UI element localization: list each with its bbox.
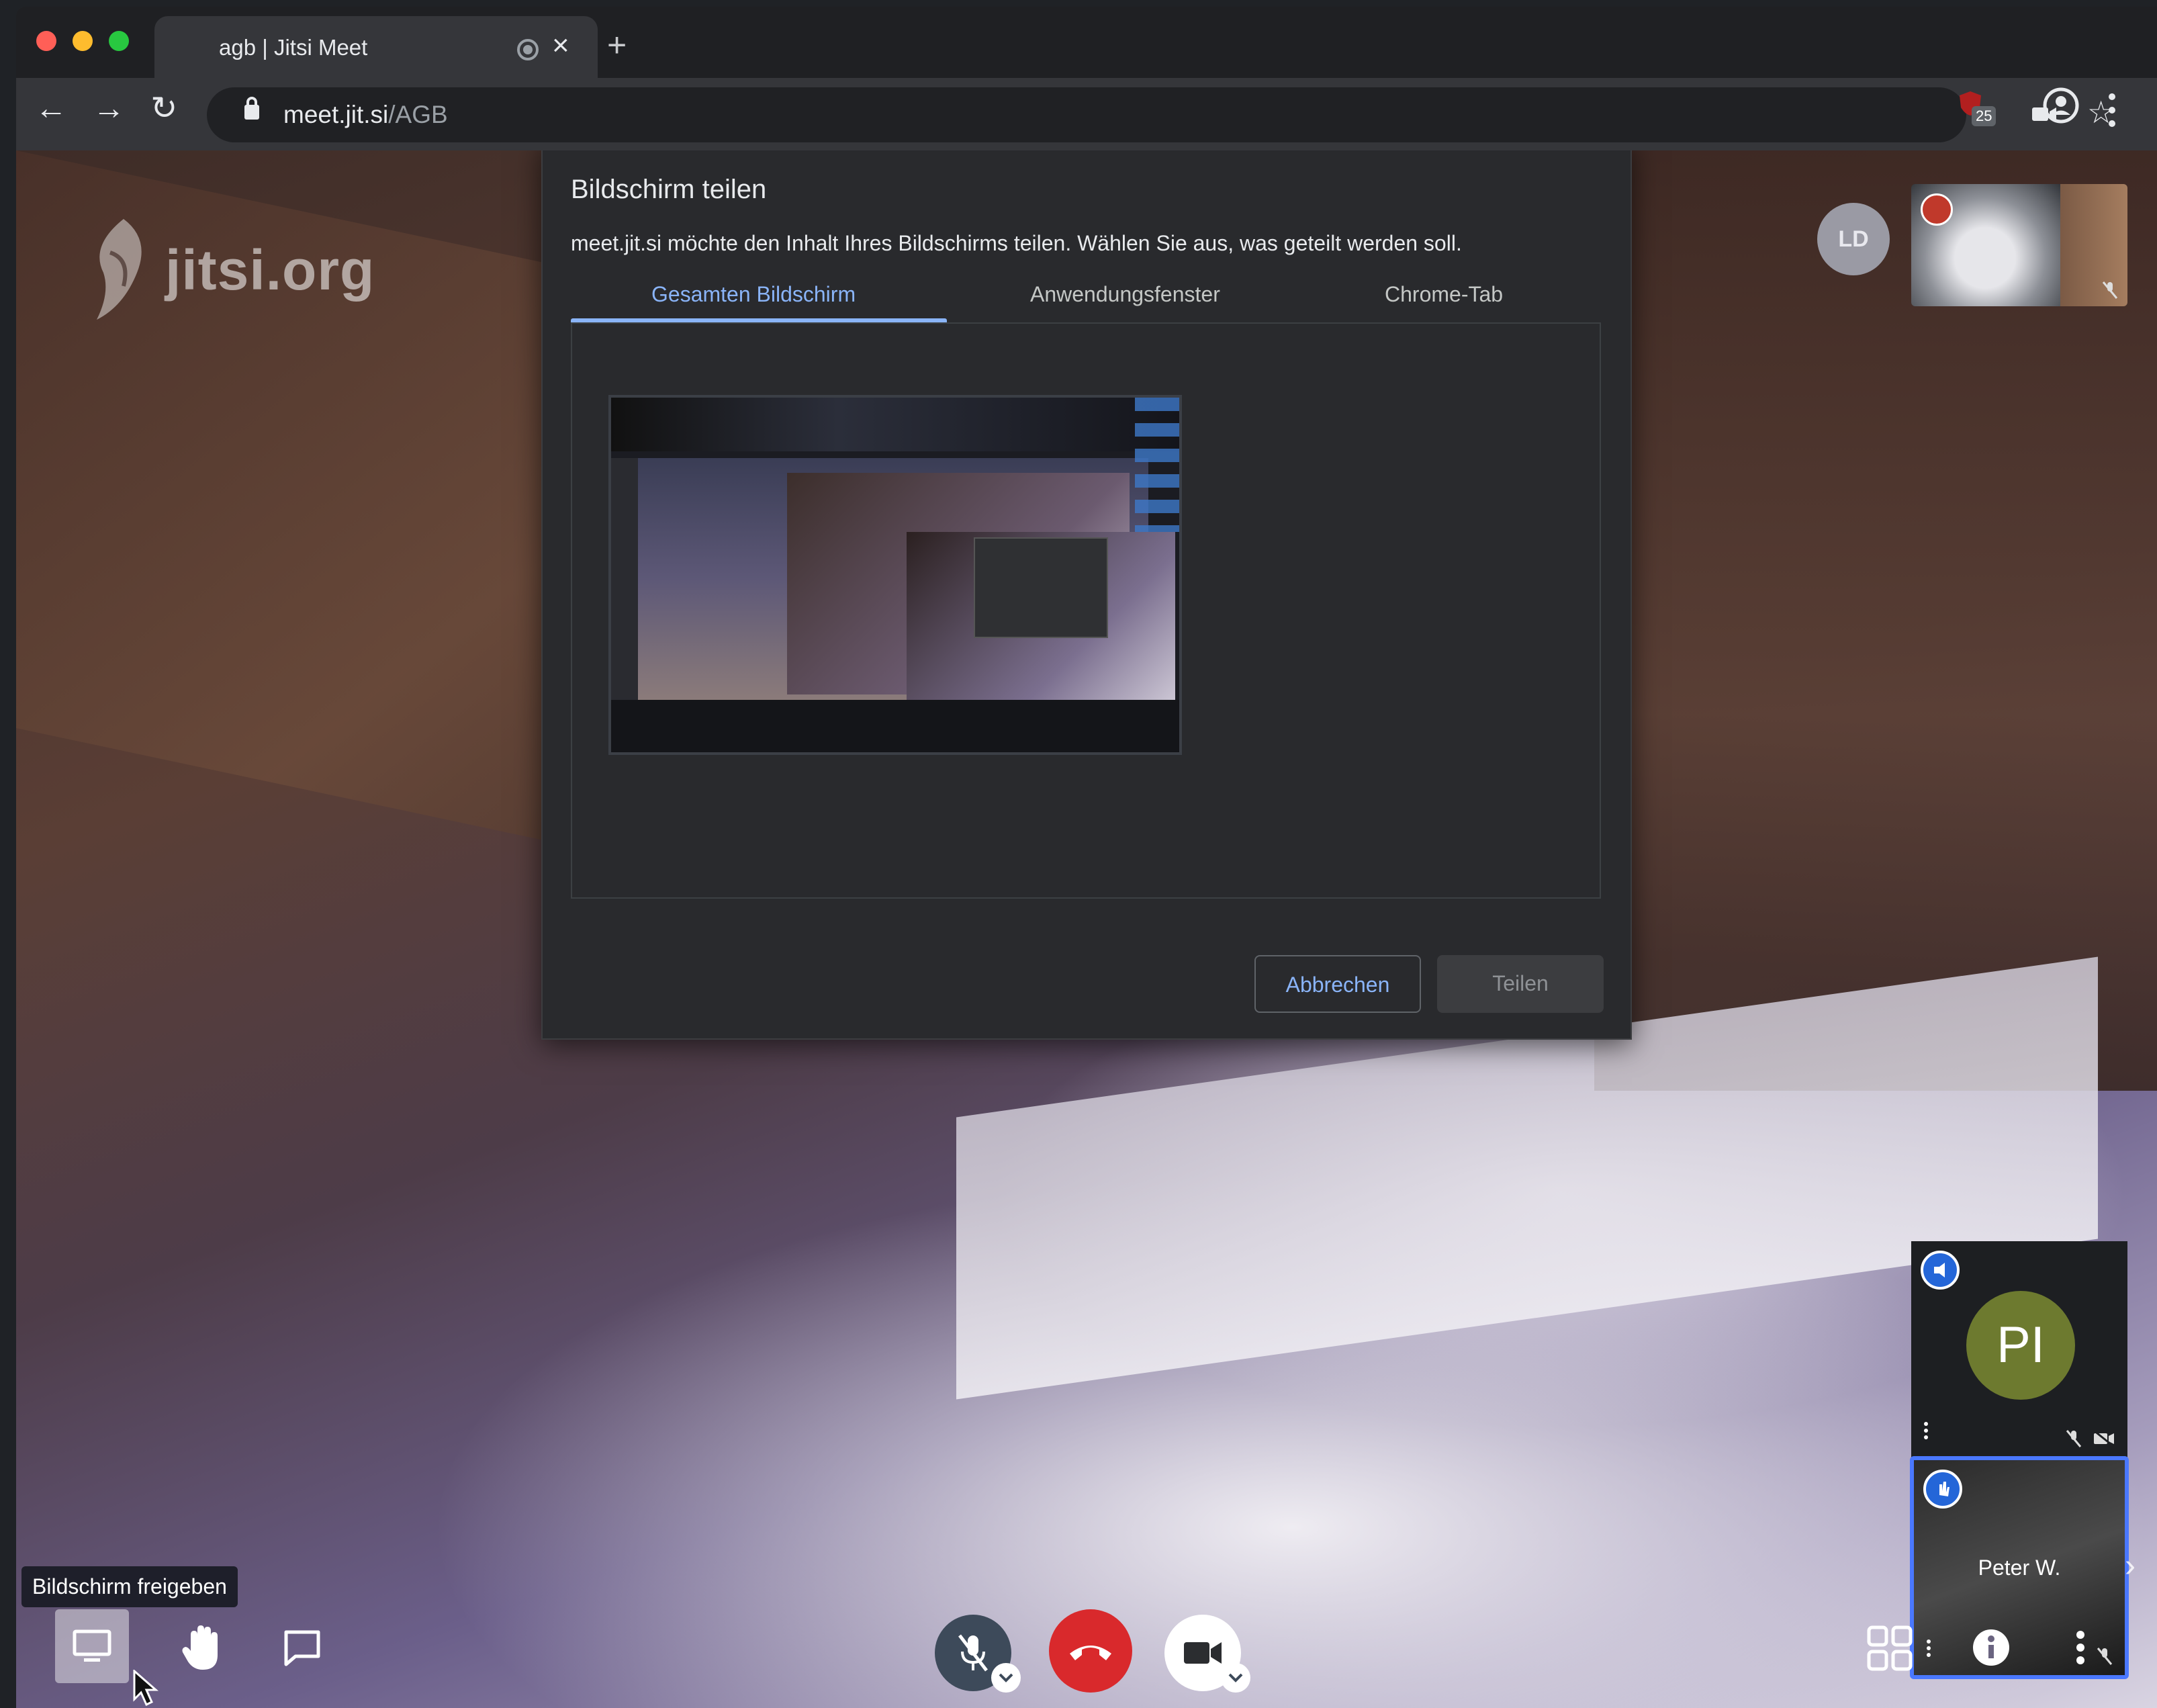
back-button[interactable]: ← xyxy=(35,93,67,125)
tab-application-window[interactable]: Anwendungsfenster xyxy=(1030,282,1220,307)
raise-hand-button[interactable] xyxy=(168,1615,235,1682)
mic-muted-icon xyxy=(958,1634,988,1672)
thumbnail-dialog xyxy=(974,537,1108,638)
screenshare-tooltip: Bildschirm freigeben xyxy=(21,1566,238,1607)
participant-tile-video[interactable] xyxy=(1911,184,2127,306)
url-text[interactable]: meet.jit.si/AGB xyxy=(283,101,448,129)
reload-button[interactable]: ↻ xyxy=(150,93,177,125)
dominant-speaker-icon xyxy=(1921,1251,1960,1290)
jitsi-logo-text: jitsi.org xyxy=(165,238,375,302)
filmstrip-toggle-button[interactable]: › xyxy=(2125,1547,2136,1584)
thumbnail-dock xyxy=(611,700,1179,752)
info-button[interactable] xyxy=(1961,1617,2021,1678)
hangup-icon xyxy=(1070,1646,1111,1660)
dialog-description: meet.jit.si möchte den Inhalt Ihres Bild… xyxy=(571,231,1462,255)
monitor-icon xyxy=(73,1629,111,1662)
connection-indicator-icon[interactable] xyxy=(1921,193,1953,226)
more-options-button[interactable] xyxy=(2060,1617,2101,1678)
source-picker-area xyxy=(571,324,1601,899)
tab-chrome-tab[interactable]: Chrome-Tab xyxy=(1385,282,1503,307)
hand-icon xyxy=(1939,1482,1949,1496)
tab-strip: agb | Jitsi Meet × + xyxy=(16,7,2157,78)
browser-tab[interactable]: agb | Jitsi Meet × xyxy=(154,16,598,78)
chat-button[interactable] xyxy=(269,1615,336,1682)
url-host: meet.jit.si xyxy=(283,101,389,128)
thumbnail-sidebar xyxy=(611,458,638,700)
jitsi-logo-icon xyxy=(97,219,142,320)
share-button[interactable]: Teilen xyxy=(1437,955,1604,1013)
lock-icon[interactable] xyxy=(244,97,259,120)
video-camera-icon xyxy=(1184,1642,1222,1664)
participant-avatar-pi: PI xyxy=(1966,1291,2075,1400)
close-window-button[interactable] xyxy=(36,31,56,51)
url-path: /AGB xyxy=(388,101,448,128)
tile-view-button[interactable] xyxy=(1856,1615,1923,1682)
mouse-cursor-icon xyxy=(133,1670,158,1707)
tile-menu-icon[interactable] xyxy=(1923,1421,1929,1440)
extension-badge: 25 xyxy=(1972,106,1997,126)
chat-icon xyxy=(284,1630,320,1666)
hand-icon xyxy=(182,1625,218,1670)
grid-icon xyxy=(1867,1625,1913,1671)
dialog-title: Bildschirm teilen xyxy=(571,175,767,204)
chevron-down-icon xyxy=(1228,1673,1243,1682)
video-muted-icon xyxy=(2093,1429,2115,1448)
info-icon xyxy=(1973,1629,2009,1666)
jitsi-stage: jitsi.org Bildschirm teilen meet.jit.si … xyxy=(16,150,2157,1708)
browser-toolbar: ← → ↻ meet.jit.si/AGB ☆ 25 xyxy=(16,78,2157,150)
new-tab-button[interactable]: + xyxy=(607,28,627,62)
chevron-down-icon xyxy=(999,1673,1013,1682)
thumbnail-menubar xyxy=(611,398,1179,451)
raised-hand-indicator-icon xyxy=(1923,1470,1962,1509)
tab-close-button[interactable]: × xyxy=(552,31,569,60)
share-screen-dialog: Bildschirm teilen meet.jit.si möchte den… xyxy=(541,150,1632,1040)
extension-icon[interactable]: 25 xyxy=(1957,90,1997,128)
jitsi-watermark[interactable]: jitsi.org xyxy=(83,212,392,333)
mic-muted-icon xyxy=(2066,1430,2082,1447)
participant-avatar-ld[interactable]: LD xyxy=(1817,203,1890,275)
address-bar[interactable]: meet.jit.si/AGB ☆ xyxy=(207,87,2115,142)
minimize-window-button[interactable] xyxy=(73,31,93,51)
video-settings-button[interactable] xyxy=(1221,1663,1250,1693)
participant-tile-pi[interactable]: PI xyxy=(1911,1241,2127,1457)
mic-muted-icon xyxy=(2102,281,2118,299)
cancel-button[interactable]: Abbrechen xyxy=(1254,955,1421,1013)
screenshare-button[interactable] xyxy=(55,1609,129,1683)
zoom-window-button[interactable] xyxy=(109,31,129,51)
tile-menu-icon[interactable] xyxy=(1926,1639,1931,1658)
participant-name: Peter W. xyxy=(1978,1556,2061,1580)
profile-icon[interactable] xyxy=(2043,87,2079,124)
tab-entire-screen[interactable]: Gesamten Bildschirm xyxy=(651,282,856,307)
speaker-icon xyxy=(1934,1263,1945,1277)
more-vertical-icon xyxy=(2076,1631,2084,1664)
forward-button[interactable]: → xyxy=(93,93,125,125)
entire-screen-thumbnail[interactable] xyxy=(608,395,1182,755)
hangup-button[interactable] xyxy=(1049,1609,1132,1693)
recording-indicator-icon xyxy=(517,39,539,60)
thumbnail-desktop-icons xyxy=(1135,398,1179,532)
tab-title: agb | Jitsi Meet xyxy=(219,35,368,60)
browser-menu-icon[interactable] xyxy=(2107,90,2117,130)
browser-window: agb | Jitsi Meet × + ← → ↻ meet.jit.si/A… xyxy=(16,7,2157,1708)
audio-settings-button[interactable] xyxy=(991,1663,1021,1693)
